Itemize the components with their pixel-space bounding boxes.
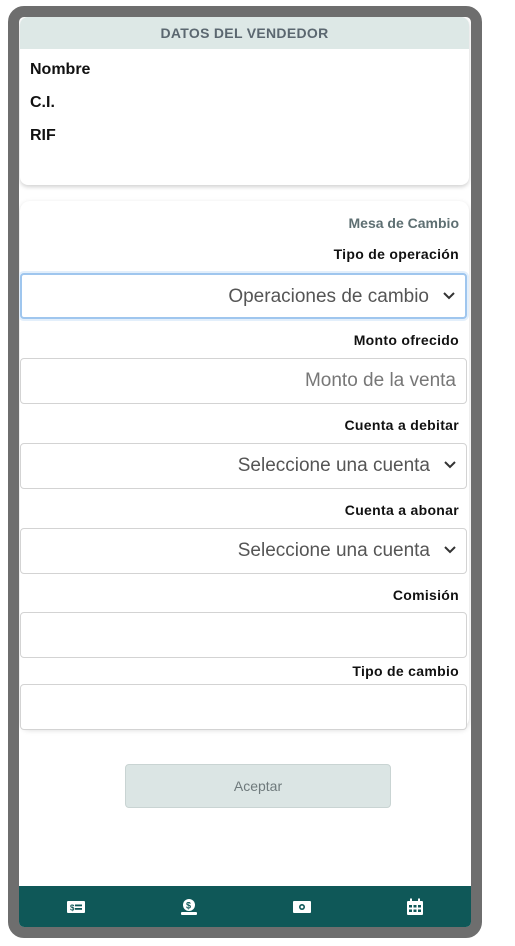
app-screen: DATOS DEL VENDEDOR Nombre C.I. RIF Mesa … (19, 17, 471, 927)
debit-account-value: Seleccione una cuenta (237, 455, 430, 476)
operation-type-label: Tipo de operación (333, 246, 459, 262)
cash-icon (292, 900, 311, 913)
credit-account-label: Cuenta a abonar (344, 502, 459, 518)
amount-label: Monto ofrecido (353, 332, 459, 348)
amount-placeholder: Monto de la venta (304, 370, 456, 391)
amount-input[interactable]: Monto de la venta (20, 358, 467, 404)
chevron-down-icon (444, 461, 456, 469)
chevron-down-icon (444, 546, 456, 554)
nav-item-hand-coin[interactable]: $ (169, 886, 209, 927)
hand-coin-icon: $ (180, 898, 197, 915)
commission-input[interactable] (20, 612, 467, 658)
seller-ci-label: C.I. (30, 94, 55, 111)
debit-account-label: Cuenta a debitar (344, 417, 459, 433)
debit-account-select[interactable]: Seleccione una cuenta (20, 443, 467, 489)
seller-name-label: Nombre (30, 61, 91, 78)
chevron-down-icon (443, 292, 455, 300)
accept-button[interactable]: Aceptar (125, 764, 391, 808)
device-frame: DATOS DEL VENDEDOR Nombre C.I. RIF Mesa … (8, 6, 482, 938)
exchange-rate-label: Tipo de cambio (352, 663, 459, 679)
credit-account-select[interactable]: Seleccione una cuenta (20, 528, 467, 574)
seller-card-header: DATOS DEL VENDEDOR (20, 17, 469, 49)
money-bill-icon: $ (66, 900, 85, 913)
svg-text:$: $ (186, 900, 191, 910)
exchange-form-card: Mesa de Cambio Tipo de operación Operaci… (20, 201, 469, 730)
seller-rif-label: RIF (30, 127, 56, 144)
seller-data-card: DATOS DEL VENDEDOR Nombre C.I. RIF (20, 17, 469, 185)
nav-item-cash[interactable] (282, 886, 322, 927)
calendar-icon (406, 898, 423, 915)
section-title: Mesa de Cambio (348, 215, 459, 231)
bottom-nav: $ $ (19, 886, 471, 927)
operation-type-select[interactable]: Operaciones de cambio (20, 273, 467, 319)
nav-item-money-bill[interactable]: $ (56, 886, 96, 927)
credit-account-value: Seleccione una cuenta (237, 540, 430, 561)
nav-item-calendar[interactable] (395, 886, 435, 927)
exchange-rate-input[interactable] (20, 684, 467, 730)
operation-type-value: Operaciones de cambio (228, 286, 429, 307)
svg-text:$: $ (70, 903, 75, 912)
commission-label: Comisión (392, 587, 459, 603)
